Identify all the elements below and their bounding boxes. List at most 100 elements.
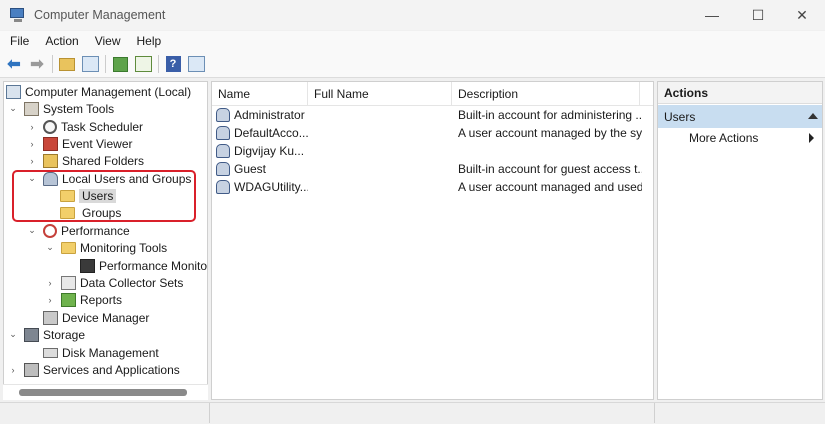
close-button[interactable]: ✕ (779, 0, 825, 30)
services-icon (24, 362, 39, 377)
reports-icon (61, 292, 76, 307)
show-hide-tree-icon[interactable] (81, 55, 99, 73)
user-full-name (314, 160, 450, 178)
highlight-annotation (12, 170, 196, 222)
menu-view[interactable]: View (89, 34, 127, 48)
user-icon (216, 180, 230, 194)
tree-label: Event Viewer (62, 136, 133, 151)
chevron-down-icon[interactable]: ⌄ (45, 242, 55, 253)
table-row[interactable]: Guest Built-in account for guest access … (212, 160, 653, 178)
submenu-arrow-icon[interactable] (809, 133, 814, 143)
export-icon[interactable] (134, 55, 152, 73)
tree-label: System Tools (43, 101, 115, 116)
tree-item-storage[interactable]: ⌄ Storage (8, 326, 85, 343)
status-bar (0, 402, 825, 424)
tree-item-performance[interactable]: ⌄ Performance (27, 222, 130, 239)
collapse-up-icon[interactable] (808, 113, 818, 119)
chevron-down-icon[interactable]: ⌄ (8, 103, 18, 114)
scrollbar-thumb[interactable] (19, 389, 187, 396)
chevron-down-icon[interactable]: ⌄ (27, 225, 37, 236)
storage-icon (24, 327, 39, 342)
tree-horizontal-scrollbar[interactable] (3, 384, 208, 400)
computer-management-icon (10, 7, 26, 23)
tree-label: Device Manager (62, 310, 150, 325)
refresh-icon[interactable] (111, 55, 129, 73)
tools-icon (24, 101, 39, 116)
tree-item-performance-monitor[interactable]: Performance Monitor (80, 257, 207, 274)
column-header-full-name[interactable]: Full Name (308, 82, 452, 106)
tree-item-task-scheduler[interactable]: › Task Scheduler (27, 118, 143, 135)
actions-section-label: Users (664, 109, 696, 124)
user-name: Guest (234, 162, 267, 176)
user-description: Built-in account for guest access t... (458, 162, 642, 176)
user-name: Digvijay Ku... (234, 144, 305, 158)
tree-item-services-applications[interactable]: › Services and Applications (8, 361, 180, 378)
forward-icon[interactable]: ➡ (28, 55, 46, 73)
maximize-button[interactable]: ☐ (735, 0, 781, 30)
tree-item-shared-folders[interactable]: › Shared Folders (27, 152, 144, 169)
chevron-right-icon[interactable]: › (27, 156, 37, 166)
column-header-name[interactable]: Name (212, 82, 308, 106)
chevron-right-icon[interactable]: › (27, 122, 37, 132)
user-description: A user account managed and used... (458, 180, 642, 194)
window-title: Computer Management (34, 8, 166, 22)
chevron-right-icon[interactable]: › (27, 139, 37, 149)
tree-label: Storage (43, 327, 86, 342)
computer-icon (6, 84, 21, 99)
tree-label: Data Collector Sets (80, 275, 184, 290)
menu-help[interactable]: Help (131, 34, 168, 48)
user-icon (216, 162, 230, 176)
performance-icon (43, 223, 57, 238)
tree-label: Computer Management (Local) (25, 84, 192, 99)
tree-item-root[interactable]: Computer Management (Local) (6, 83, 191, 100)
tree-item-monitoring-tools[interactable]: ⌄ Monitoring Tools (45, 239, 167, 256)
column-header-description[interactable]: Description (452, 82, 640, 106)
more-actions-item[interactable]: More Actions (689, 131, 758, 145)
status-segment (0, 403, 210, 423)
up-folder-icon[interactable] (58, 55, 76, 73)
tree-label: Task Scheduler (61, 119, 144, 134)
actions-section-users[interactable]: Users (658, 105, 822, 128)
user-name: Administrator (234, 108, 305, 122)
chevron-right-icon[interactable]: › (45, 295, 55, 305)
tree-item-event-viewer[interactable]: › Event Viewer (27, 135, 132, 152)
tree-item-reports[interactable]: › Reports (45, 291, 122, 308)
status-segment (210, 403, 655, 423)
user-full-name (314, 106, 450, 124)
tree-label: Performance (61, 223, 130, 238)
user-full-name (314, 178, 450, 196)
minimize-button[interactable]: — (689, 0, 735, 30)
chevron-down-icon[interactable]: ⌄ (8, 329, 18, 340)
menu-action[interactable]: Action (39, 34, 84, 48)
tree-item-system-tools[interactable]: ⌄ System Tools (8, 100, 114, 117)
toolbar-separator (105, 55, 106, 73)
show-hide-action-pane-icon[interactable] (187, 55, 205, 73)
help-icon[interactable]: ? (164, 55, 182, 73)
folder-icon (61, 241, 76, 254)
menu-file[interactable]: File (4, 34, 35, 48)
user-icon (216, 108, 230, 122)
back-icon[interactable]: ⬅ (5, 55, 23, 73)
user-description (458, 142, 642, 160)
device-manager-icon (43, 310, 58, 325)
clock-icon (43, 119, 57, 134)
user-full-name (314, 142, 450, 160)
table-row[interactable]: WDAGUtility... A user account managed an… (212, 178, 653, 196)
tree-item-disk-management[interactable]: Disk Management (43, 344, 159, 361)
user-name: DefaultAcco... (234, 126, 308, 140)
shared-folder-icon (43, 153, 58, 168)
disk-icon (43, 347, 58, 358)
tree-item-data-collector-sets[interactable]: › Data Collector Sets (45, 274, 183, 291)
toolbar: ⬅ ➡ ? (0, 51, 825, 78)
table-row[interactable]: DefaultAcco... A user account managed by… (212, 124, 653, 142)
event-viewer-icon (43, 136, 58, 151)
tree-label: Disk Management (62, 345, 159, 360)
table-row[interactable]: Digvijay Ku... (212, 142, 653, 160)
users-list: Name Full Name Description Administrator… (211, 81, 654, 400)
monitor-chart-icon (80, 258, 95, 273)
tree-item-device-manager[interactable]: Device Manager (43, 309, 149, 326)
chevron-right-icon[interactable]: › (8, 365, 18, 375)
table-row[interactable]: Administrator Built-in account for admin… (212, 106, 653, 124)
chevron-right-icon[interactable]: › (45, 278, 55, 288)
toolbar-separator (158, 55, 159, 73)
